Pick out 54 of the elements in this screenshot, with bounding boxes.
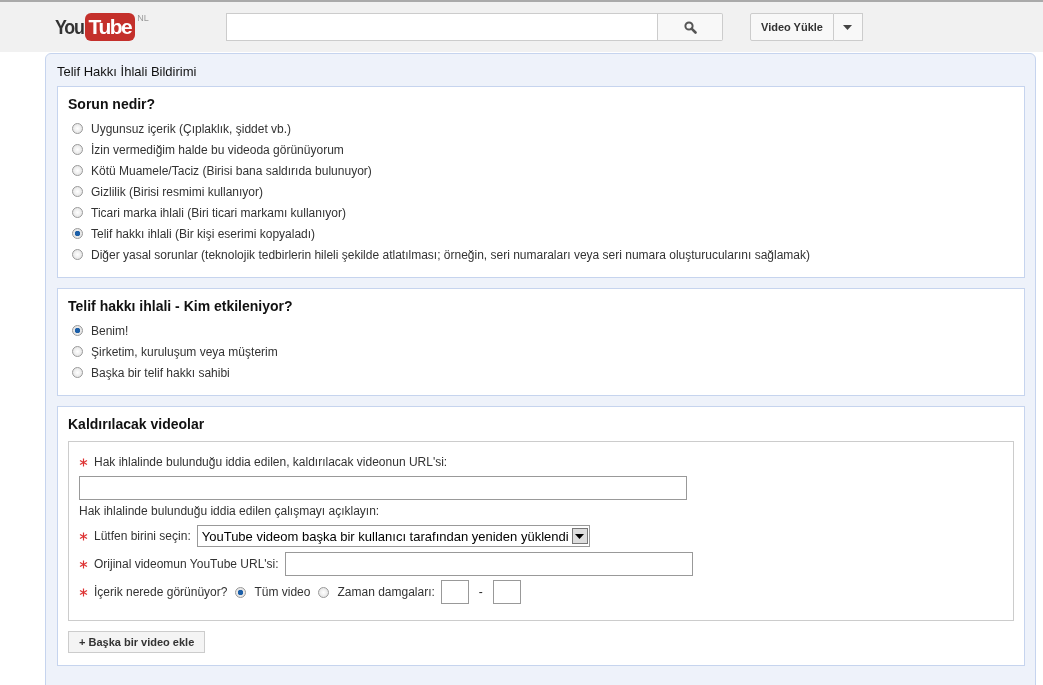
radio-option[interactable]: Gizlilik (Birisi resmimi kullanıyor) bbox=[68, 181, 1014, 202]
radio-option[interactable]: Diğer yasal sorunlar (teknolojik tedbirlerin hileli şekilde atlatılması; örneğin, seri numaraları veya seri numara oluşturucularını sağlamak) bbox=[68, 244, 1014, 265]
required-icon bbox=[79, 559, 88, 569]
start-time-field[interactable] bbox=[440, 580, 469, 604]
add-video-button[interactable]: + Başka bir video ekle bbox=[68, 631, 206, 653]
radio-button[interactable] bbox=[235, 586, 247, 598]
radio-button[interactable] bbox=[72, 186, 83, 197]
radio-button[interactable] bbox=[72, 249, 83, 260]
radio-button[interactable] bbox=[72, 228, 83, 239]
region-label: NL bbox=[137, 13, 149, 23]
end-time-field[interactable] bbox=[492, 580, 521, 604]
required-icon bbox=[79, 531, 88, 541]
radio-button[interactable] bbox=[72, 367, 83, 378]
radio-button[interactable] bbox=[72, 165, 83, 176]
radio-button[interactable] bbox=[72, 144, 83, 155]
caret-icon bbox=[843, 24, 853, 30]
radio-button[interactable] bbox=[72, 123, 83, 134]
form-title: Telif Hakkı İhlali Bildirimi bbox=[57, 63, 198, 81]
field-label: Orijinal videomun YouTube URL'si: bbox=[94, 557, 279, 571]
radio-option[interactable]: Kötü Muamele/Taciz (Birisi bana saldırıda bulunuyor) bbox=[68, 160, 1014, 181]
field-label: Lütfen birini seçin: bbox=[94, 529, 191, 543]
upload-menu-button[interactable] bbox=[833, 13, 863, 41]
search-button[interactable] bbox=[658, 13, 723, 41]
search-field[interactable] bbox=[226, 13, 658, 41]
range-separator: - bbox=[478, 585, 483, 599]
url-field[interactable] bbox=[79, 476, 687, 500]
radio-option[interactable]: Uygunsuz içerik (Çıplaklık, şiddet vb.) bbox=[68, 118, 1014, 139]
radio-option[interactable]: Şirketim, kuruluşum veya müşterim bbox=[68, 341, 1014, 362]
required-icon bbox=[79, 587, 88, 597]
reason-dropdown[interactable]: YouTube videom başka bir kullanıcı tarafından yeniden yüklendi bbox=[196, 525, 590, 547]
radio-option[interactable]: Tüm video bbox=[233, 581, 311, 603]
field-label: İçerik nerede görünüyor? bbox=[94, 585, 228, 599]
radio-option[interactable]: Benim! bbox=[68, 320, 1014, 341]
original-url-field[interactable] bbox=[284, 552, 693, 576]
search-icon bbox=[683, 20, 697, 34]
radio-button[interactable] bbox=[72, 346, 83, 357]
required-icon bbox=[79, 457, 88, 467]
logo-text: You bbox=[55, 14, 84, 40]
radio-option[interactable]: Başka bir telif hakkı sahibi bbox=[68, 362, 1014, 383]
section-heading: Telif hakkı ihlali - Kim etkileniyor? bbox=[68, 298, 294, 314]
logo-badge: Tube bbox=[84, 13, 136, 41]
upload-button[interactable]: Video Yükle bbox=[750, 13, 834, 41]
radio-button[interactable] bbox=[72, 207, 83, 218]
radio-option[interactable]: İzin vermediğim halde bu videoda görünüyorum bbox=[68, 139, 1014, 160]
section-heading: Sorun nedir? bbox=[68, 96, 157, 112]
section-heading: Kaldırılacak videolar bbox=[68, 416, 206, 432]
field-label: Hak ihlalinde bulunduğu iddia edilen, kaldırılacak videonun URL'si: bbox=[94, 455, 448, 469]
caret-icon bbox=[575, 533, 585, 539]
radio-button[interactable] bbox=[318, 586, 330, 598]
radio-option[interactable]: Ticari marka ihlali (Biri ticari markamı kullanıyor) bbox=[68, 202, 1014, 223]
radio-button[interactable] bbox=[72, 325, 83, 336]
radio-option[interactable]: Telif hakkı ihlali (Bir kişi eserimi kopyaladı) bbox=[68, 223, 1014, 244]
radio-option[interactable]: Zaman damgaları: bbox=[316, 581, 435, 603]
field-label: Hak ihlalinde bulunduğu iddia edilen çalışmayı açıklayın: bbox=[79, 504, 380, 518]
